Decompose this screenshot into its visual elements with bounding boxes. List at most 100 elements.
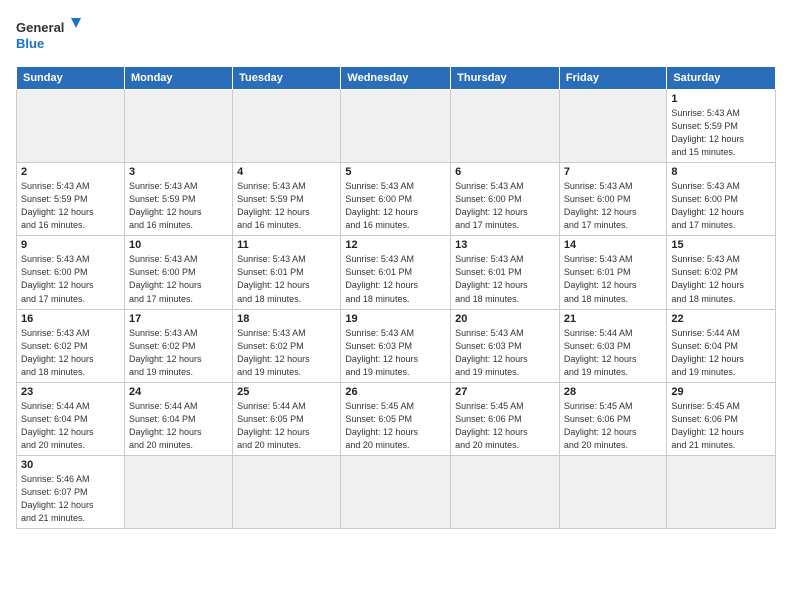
calendar-cell: 21 Sunrise: 5:44 AMSunset: 6:03 PMDayligh… (559, 309, 666, 382)
calendar-cell: 23 Sunrise: 5:44 AMSunset: 6:04 PMDayligh… (17, 382, 125, 455)
day-number: 22 (671, 313, 771, 325)
calendar-cell: 8 Sunrise: 5:43 AMSunset: 6:00 PMDaylight… (667, 163, 776, 236)
day-header-wednesday: Wednesday (341, 67, 451, 90)
day-info: Sunrise: 5:43 AMSunset: 6:00 PMDaylight:… (21, 253, 120, 305)
day-number: 21 (564, 313, 662, 325)
calendar-cell (233, 90, 341, 163)
day-number: 25 (237, 386, 336, 398)
day-info: Sunrise: 5:43 AMSunset: 6:02 PMDaylight:… (21, 327, 120, 379)
calendar-cell: 18Sunrise: 5:43 AMSunset: 6:02 PMDayligh… (233, 309, 341, 382)
calendar-week-row: 2 Sunrise: 5:43 AMSunset: 5:59 PMDaylight… (17, 163, 776, 236)
day-number: 20 (455, 313, 555, 325)
day-number: 7 (564, 166, 662, 178)
calendar-week-row: 1Sunrise: 5:43 AMSunset: 5:59 PMDaylight… (17, 90, 776, 163)
day-info: Sunrise: 5:45 AMSunset: 6:06 PMDaylight:… (455, 400, 555, 452)
day-number: 28 (564, 386, 662, 398)
calendar-cell: 10 Sunrise: 5:43 AMSunset: 6:00 PMDayligh… (124, 236, 232, 309)
calendar-cell (233, 455, 341, 528)
day-info: Sunrise: 5:45 AMSunset: 6:06 PMDaylight:… (671, 400, 771, 452)
day-number: 19 (345, 313, 446, 325)
day-number: 30 (21, 459, 120, 471)
day-number: 5 (345, 166, 446, 178)
day-info: Sunrise: 5:45 AMSunset: 6:06 PMDaylight:… (564, 400, 662, 452)
day-info: Sunrise: 5:43 AMSunset: 5:59 PMDaylight:… (671, 107, 771, 159)
day-info: Sunrise: 5:43 AMSunset: 5:59 PMDaylight:… (21, 180, 120, 232)
day-number: 17 (129, 313, 228, 325)
calendar-cell: 30 Sunrise: 5:46 AMSunset: 6:07 PMDayligh… (17, 455, 125, 528)
day-number: 24 (129, 386, 228, 398)
calendar-cell: 14 Sunrise: 5:43 AMSunset: 6:01 PMDayligh… (559, 236, 666, 309)
day-number: 27 (455, 386, 555, 398)
day-number: 23 (21, 386, 120, 398)
calendar-cell: 20Sunrise: 5:43 AMSunset: 6:03 PMDayligh… (451, 309, 560, 382)
day-info: Sunrise: 5:43 AMSunset: 6:01 PMDaylight:… (564, 253, 662, 305)
day-info: Sunrise: 5:43 AMSunset: 5:59 PMDaylight:… (129, 180, 228, 232)
calendar-cell: 12Sunrise: 5:43 AMSunset: 6:01 PMDayligh… (341, 236, 451, 309)
day-number: 29 (671, 386, 771, 398)
day-header-thursday: Thursday (451, 67, 560, 90)
calendar-week-row: 9 Sunrise: 5:43 AMSunset: 6:00 PMDaylight… (17, 236, 776, 309)
calendar-cell: 1Sunrise: 5:43 AMSunset: 5:59 PMDaylight… (667, 90, 776, 163)
calendar-cell (451, 455, 560, 528)
calendar-cell: 16 Sunrise: 5:43 AMSunset: 6:02 PMDayligh… (17, 309, 125, 382)
calendar-cell: 29 Sunrise: 5:45 AMSunset: 6:06 PMDayligh… (667, 382, 776, 455)
day-number: 2 (21, 166, 120, 178)
day-number: 16 (21, 313, 120, 325)
day-number: 6 (455, 166, 555, 178)
svg-text:General: General (16, 20, 64, 35)
day-number: 11 (237, 239, 336, 251)
calendar-cell (559, 90, 666, 163)
day-info: Sunrise: 5:43 AMSunset: 6:02 PMDaylight:… (671, 253, 771, 305)
day-number: 9 (21, 239, 120, 251)
day-info: Sunrise: 5:43 AMSunset: 6:00 PMDaylight:… (129, 253, 228, 305)
calendar-cell (341, 455, 451, 528)
calendar-cell: 19Sunrise: 5:43 AMSunset: 6:03 PMDayligh… (341, 309, 451, 382)
day-info: Sunrise: 5:43 AMSunset: 6:00 PMDaylight:… (564, 180, 662, 232)
day-info: Sunrise: 5:43 AMSunset: 6:01 PMDaylight:… (237, 253, 336, 305)
day-number: 26 (345, 386, 446, 398)
calendar-cell: 27 Sunrise: 5:45 AMSunset: 6:06 PMDayligh… (451, 382, 560, 455)
day-number: 12 (345, 239, 446, 251)
day-info: Sunrise: 5:46 AMSunset: 6:07 PMDaylight:… (21, 473, 120, 525)
day-header-tuesday: Tuesday (233, 67, 341, 90)
calendar-cell: 11 Sunrise: 5:43 AMSunset: 6:01 PMDayligh… (233, 236, 341, 309)
calendar-cell: 28 Sunrise: 5:45 AMSunset: 6:06 PMDayligh… (559, 382, 666, 455)
day-info: Sunrise: 5:44 AMSunset: 6:04 PMDaylight:… (671, 327, 771, 379)
day-info: Sunrise: 5:43 AMSunset: 6:00 PMDaylight:… (671, 180, 771, 232)
calendar-table: SundayMondayTuesdayWednesdayThursdayFrid… (16, 66, 776, 529)
calendar-header-row: SundayMondayTuesdayWednesdayThursdayFrid… (17, 67, 776, 90)
calendar-cell: 15 Sunrise: 5:43 AMSunset: 6:02 PMDayligh… (667, 236, 776, 309)
day-number: 14 (564, 239, 662, 251)
day-info: Sunrise: 5:45 AMSunset: 6:05 PMDaylight:… (345, 400, 446, 452)
calendar-cell: 5 Sunrise: 5:43 AMSunset: 6:00 PMDaylight… (341, 163, 451, 236)
calendar-week-row: 23 Sunrise: 5:44 AMSunset: 6:04 PMDayligh… (17, 382, 776, 455)
day-info: Sunrise: 5:43 AMSunset: 6:01 PMDaylight:… (455, 253, 555, 305)
day-header-saturday: Saturday (667, 67, 776, 90)
day-number: 4 (237, 166, 336, 178)
day-header-monday: Monday (124, 67, 232, 90)
calendar-cell: 22 Sunrise: 5:44 AMSunset: 6:04 PMDayligh… (667, 309, 776, 382)
day-number: 15 (671, 239, 771, 251)
calendar-cell (451, 90, 560, 163)
calendar-cell: 24 Sunrise: 5:44 AMSunset: 6:04 PMDayligh… (124, 382, 232, 455)
calendar-cell: 6 Sunrise: 5:43 AMSunset: 6:00 PMDaylight… (451, 163, 560, 236)
day-number: 13 (455, 239, 555, 251)
calendar-cell: 4 Sunrise: 5:43 AMSunset: 5:59 PMDaylight… (233, 163, 341, 236)
calendar-cell (124, 90, 232, 163)
day-info: Sunrise: 5:44 AMSunset: 6:03 PMDaylight:… (564, 327, 662, 379)
day-info: Sunrise: 5:43 AMSunset: 6:00 PMDaylight:… (345, 180, 446, 232)
day-number: 18 (237, 313, 336, 325)
day-info: Sunrise: 5:43 AMSunset: 5:59 PMDaylight:… (237, 180, 336, 232)
day-info: Sunrise: 5:43 AMSunset: 6:00 PMDaylight:… (455, 180, 555, 232)
calendar-cell: 2 Sunrise: 5:43 AMSunset: 5:59 PMDaylight… (17, 163, 125, 236)
day-number: 8 (671, 166, 771, 178)
day-info: Sunrise: 5:44 AMSunset: 6:04 PMDaylight:… (129, 400, 228, 452)
page-header: General Blue (16, 16, 776, 56)
day-number: 3 (129, 166, 228, 178)
calendar-cell (124, 455, 232, 528)
calendar-cell: 7 Sunrise: 5:43 AMSunset: 6:00 PMDaylight… (559, 163, 666, 236)
generalblue-logo-icon: General Blue (16, 16, 86, 56)
day-number: 10 (129, 239, 228, 251)
calendar-week-row: 16 Sunrise: 5:43 AMSunset: 6:02 PMDayligh… (17, 309, 776, 382)
day-info: Sunrise: 5:44 AMSunset: 6:04 PMDaylight:… (21, 400, 120, 452)
